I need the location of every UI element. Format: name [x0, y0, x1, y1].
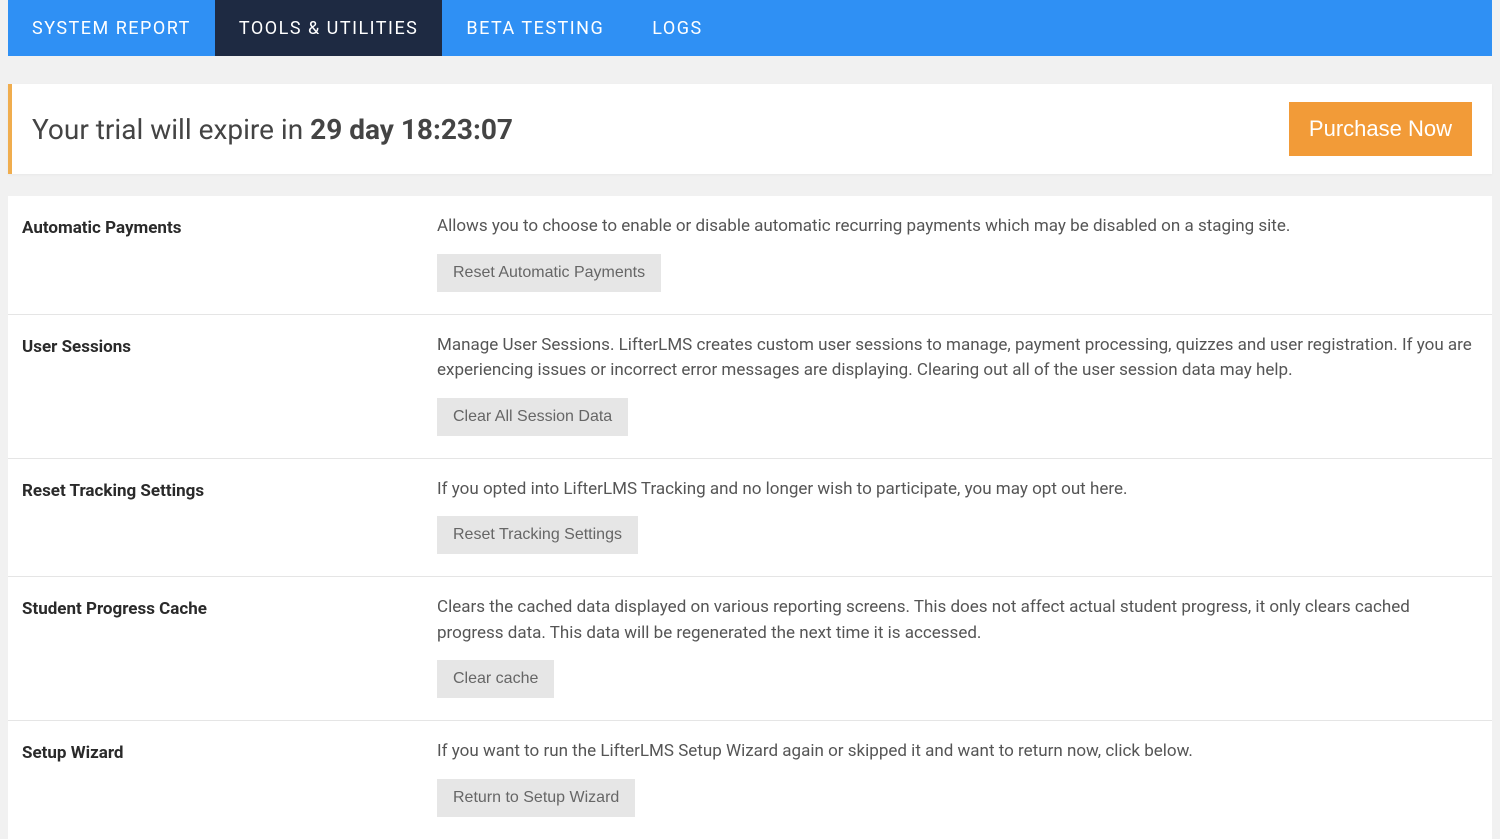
tool-description: Manage User Sessions. LifterLMS creates …: [437, 333, 1478, 384]
trial-bar: Your trial will expire in 29 day 18:23:0…: [8, 84, 1492, 174]
tab-tools-utilities[interactable]: TOOLS & UTILITIES: [215, 0, 442, 56]
tools-panel: Automatic Payments Allows you to choose …: [8, 196, 1492, 839]
tool-row-user-sessions: User Sessions Manage User Sessions. Lift…: [8, 315, 1492, 459]
reset-automatic-payments-button[interactable]: Reset Automatic Payments: [437, 254, 661, 292]
tool-title: Reset Tracking Settings: [22, 477, 437, 555]
tool-description: If you want to run the LifterLMS Setup W…: [437, 739, 1478, 765]
nav-tabs: SYSTEM REPORT TOOLS & UTILITIES BETA TES…: [8, 0, 1492, 56]
return-to-setup-wizard-button[interactable]: Return to Setup Wizard: [437, 779, 635, 817]
tool-row-setup-wizard: Setup Wizard If you want to run the Lift…: [8, 721, 1492, 839]
tool-row-reset-tracking: Reset Tracking Settings If you opted int…: [8, 459, 1492, 578]
tool-title: Setup Wizard: [22, 739, 437, 817]
tool-description: If you opted into LifterLMS Tracking and…: [437, 477, 1478, 503]
tool-title: Student Progress Cache: [22, 595, 437, 698]
clear-cache-button[interactable]: Clear cache: [437, 660, 554, 698]
tool-title: Automatic Payments: [22, 214, 437, 292]
clear-session-data-button[interactable]: Clear All Session Data: [437, 398, 628, 436]
tab-beta-testing[interactable]: BETA TESTING: [442, 0, 628, 56]
reset-tracking-settings-button[interactable]: Reset Tracking Settings: [437, 516, 638, 554]
tab-logs[interactable]: LOGS: [628, 0, 726, 56]
tool-row-student-progress-cache: Student Progress Cache Clears the cached…: [8, 577, 1492, 721]
tab-system-report[interactable]: SYSTEM REPORT: [8, 0, 215, 56]
tool-row-automatic-payments: Automatic Payments Allows you to choose …: [8, 196, 1492, 315]
trial-remaining: 29 day 18:23:07: [310, 113, 513, 146]
tool-title: User Sessions: [22, 333, 437, 436]
trial-expiry-text: Your trial will expire in 29 day 18:23:0…: [32, 113, 513, 146]
trial-prefix: Your trial will expire in: [32, 113, 310, 146]
tool-description: Allows you to choose to enable or disabl…: [437, 214, 1478, 240]
purchase-now-button[interactable]: Purchase Now: [1289, 102, 1472, 156]
tool-description: Clears the cached data displayed on vari…: [437, 595, 1478, 646]
